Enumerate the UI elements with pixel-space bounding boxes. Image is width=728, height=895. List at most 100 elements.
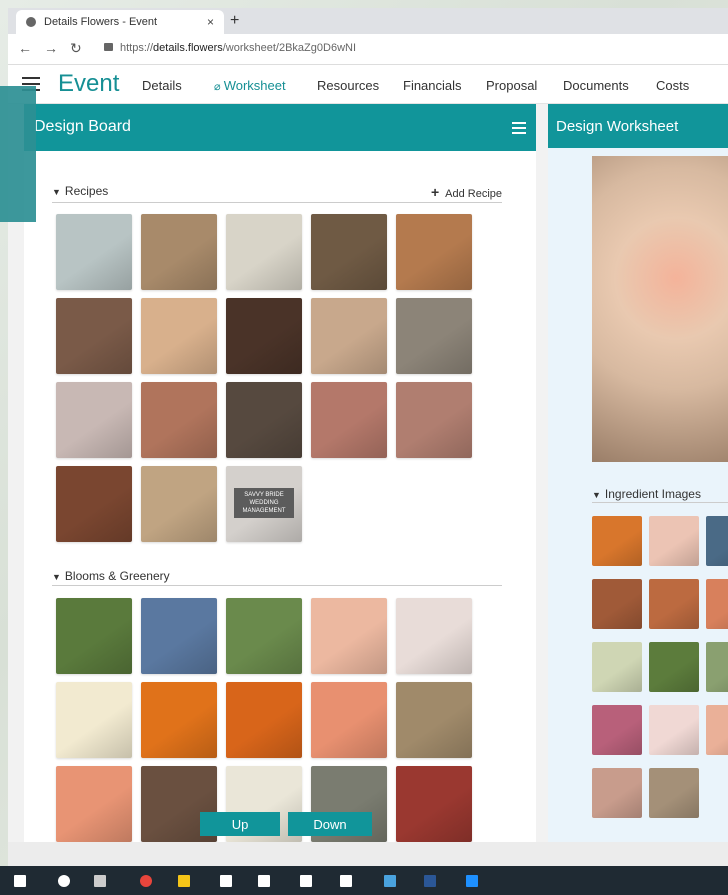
reload-icon[interactable]: ↻ <box>70 40 82 57</box>
recipe-thumbnail[interactable] <box>311 214 387 290</box>
chrome-icon[interactable] <box>140 875 152 887</box>
ingredient-thumbnail[interactable] <box>649 579 699 629</box>
leaf-icon: ⌀ <box>214 81 224 93</box>
recipe-thumbnail[interactable] <box>396 298 472 374</box>
word-icon[interactable] <box>424 875 436 887</box>
tab-bar: Details Flowers - Event × + <box>8 8 728 34</box>
bloom-thumbnail[interactable] <box>396 766 472 842</box>
recipe-thumbnail[interactable]: SAVVY BRIDE WEDDING MANAGEMENT <box>226 466 302 542</box>
bloom-thumbnail[interactable] <box>141 682 217 758</box>
calendar-icon[interactable] <box>300 875 312 887</box>
bloom-thumbnail[interactable] <box>56 598 132 674</box>
recipe-thumbnail[interactable] <box>396 382 472 458</box>
design-worksheet-header: Design Worksheet <box>548 104 728 148</box>
dropbox-icon[interactable] <box>258 875 270 887</box>
bloom-thumbnail[interactable] <box>226 682 302 758</box>
bloom-thumbnail[interactable] <box>56 682 132 758</box>
recipe-thumbnail[interactable] <box>311 298 387 374</box>
ingredient-thumbnail[interactable] <box>649 516 699 566</box>
app-navbar: Event Details ⌀ Worksheet Resources Fina… <box>8 65 728 104</box>
forward-icon[interactable]: → <box>44 40 58 56</box>
file-explorer-icon[interactable] <box>178 875 190 887</box>
bloom-thumbnail[interactable] <box>56 766 132 842</box>
bloom-thumbnail[interactable] <box>141 598 217 674</box>
design-worksheet-panel: Design Worksheet ▼ Ingredient Images <box>548 104 728 842</box>
task-view-icon[interactable] <box>94 875 106 887</box>
up-button[interactable]: Up <box>200 812 280 836</box>
tab-title: Details Flowers - Event <box>44 16 158 28</box>
nav-proposal[interactable]: Proposal <box>486 78 537 93</box>
nav-worksheet[interactable]: ⌀ Worksheet <box>214 78 286 93</box>
bloom-thumbnail[interactable] <box>226 598 302 674</box>
back-icon[interactable]: ← <box>18 40 32 56</box>
recipe-thumbnail[interactable] <box>141 214 217 290</box>
bloom-thumbnail[interactable] <box>396 598 472 674</box>
design-board-title: Design Board <box>34 118 131 135</box>
ingredient-thumbnail[interactable] <box>706 642 728 692</box>
ingredient-images-toggle[interactable]: ▼ Ingredient Images <box>592 487 701 501</box>
design-worksheet-title: Design Worksheet <box>556 118 679 135</box>
recipe-thumbnail[interactable] <box>226 298 302 374</box>
windows-icon[interactable] <box>14 875 26 887</box>
down-button[interactable]: Down <box>288 812 372 836</box>
lock-icon <box>104 43 113 51</box>
store-icon[interactable] <box>220 875 232 887</box>
favicon-icon <box>26 17 36 27</box>
caret-down-icon: ▼ <box>592 490 601 500</box>
recipe-thumbnail[interactable] <box>56 214 132 290</box>
thumbnail-label: SAVVY BRIDE WEDDING MANAGEMENT <box>234 488 294 518</box>
search-icon[interactable] <box>58 875 70 887</box>
ingredient-thumbnail[interactable] <box>592 705 642 755</box>
ingredient-thumbnail[interactable] <box>649 642 699 692</box>
overlay-panel <box>0 86 36 222</box>
ingredient-thumbnail[interactable] <box>649 705 699 755</box>
design-board-panel: Design Board ▼ Recipes + Add Recipe SAVVY … <box>24 104 536 842</box>
ingredient-thumbnail[interactable] <box>706 705 728 755</box>
recipe-thumbnail[interactable] <box>141 466 217 542</box>
ingredient-thumbnail[interactable] <box>592 516 642 566</box>
nav-costs[interactable]: Costs <box>656 78 689 93</box>
ingredient-thumbnail[interactable] <box>592 768 642 818</box>
nav-financials[interactable]: Financials <box>403 78 462 93</box>
add-recipe-button[interactable]: + Add Recipe <box>431 184 502 200</box>
recipe-thumbnail[interactable] <box>226 382 302 458</box>
bloom-thumbnail[interactable] <box>396 682 472 758</box>
divider <box>52 585 502 586</box>
bloom-thumbnail[interactable] <box>311 598 387 674</box>
close-tab-icon[interactable]: × <box>207 15 214 29</box>
recipe-thumbnail[interactable] <box>141 382 217 458</box>
nav-documents[interactable]: Documents <box>563 78 629 93</box>
divider <box>592 502 728 503</box>
bouquet-hero-image[interactable] <box>592 156 728 462</box>
blooms-section-toggle[interactable]: ▼ Blooms & Greenery <box>52 569 170 583</box>
recipe-thumbnail[interactable] <box>141 298 217 374</box>
page-title: Event <box>58 70 120 97</box>
ingredient-thumbnail[interactable] <box>706 516 728 566</box>
taskbar <box>0 866 728 895</box>
bloom-thumbnail[interactable] <box>311 682 387 758</box>
mail-icon[interactable] <box>340 875 352 887</box>
recipe-thumbnail[interactable] <box>311 382 387 458</box>
divider <box>52 202 502 203</box>
new-tab-icon[interactable]: + <box>230 12 239 30</box>
design-board-header: Design Board <box>24 104 536 151</box>
ingredient-thumbnail[interactable] <box>592 579 642 629</box>
ingredient-thumbnail[interactable] <box>649 768 699 818</box>
recipe-thumbnail[interactable] <box>226 214 302 290</box>
recipe-thumbnail[interactable] <box>56 298 132 374</box>
app-icon[interactable] <box>384 875 396 887</box>
ingredient-thumbnail[interactable] <box>592 642 642 692</box>
recipes-section-toggle[interactable]: ▼ Recipes <box>52 184 108 198</box>
browser-tab[interactable]: Details Flowers - Event × <box>16 10 224 34</box>
ingredient-thumbnail[interactable] <box>706 579 728 629</box>
nav-details[interactable]: Details <box>142 78 182 93</box>
edge-icon[interactable] <box>466 875 478 887</box>
url-field[interactable]: https://details.flowers/worksheet/2BkaZg… <box>120 42 356 54</box>
recipe-thumbnail[interactable] <box>56 382 132 458</box>
recipe-thumbnail[interactable] <box>56 466 132 542</box>
caret-down-icon: ▼ <box>52 572 61 582</box>
status-bar <box>8 842 728 866</box>
menu-icon[interactable] <box>512 122 526 134</box>
nav-resources[interactable]: Resources <box>317 78 379 93</box>
recipe-thumbnail[interactable] <box>396 214 472 290</box>
